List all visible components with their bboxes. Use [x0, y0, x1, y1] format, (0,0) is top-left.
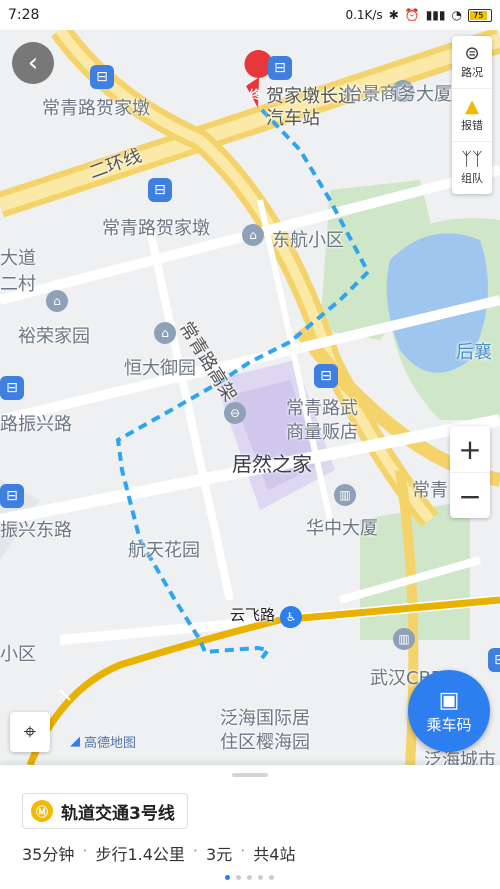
building-icon: ▥ [393, 628, 415, 650]
map-side-panel: ⊜ 路况 ▲ 报错 ᛉᛉ 组队 [452, 36, 492, 194]
network-speed: 0.1K/s [345, 8, 383, 22]
map-label: 怡景商务大厦 [344, 84, 452, 105]
chevron-left-icon: ‹ [27, 48, 39, 78]
end-marker[interactable]: 终 [249, 86, 261, 103]
report-label: 报错 [461, 119, 483, 132]
metro-icon: Ⓜ [31, 800, 53, 822]
bus-stop-icon[interactable]: ⊟ [0, 484, 24, 508]
map-label: 泛海国际居 [220, 708, 310, 729]
building-icon: ▥ [334, 484, 356, 506]
map-label: 常青路武 [286, 398, 358, 419]
page-dot [225, 875, 230, 880]
metro-line-chip: Ⓜ 轨道交通3号线 [22, 793, 188, 829]
map-label: 商量贩店 [286, 422, 358, 443]
amap-logo-icon: ◢ [70, 734, 80, 749]
amap-logo-text: 高德地图 [84, 736, 137, 751]
map-label: 裕荣家园 [18, 326, 90, 347]
bus-stop-icon[interactable]: ⊟ [268, 56, 292, 80]
ride-code-button[interactable]: ▣ 乘车码 [408, 670, 490, 752]
bus-stop-icon[interactable]: ⊟ [148, 178, 172, 202]
status-indicators: 0.1K/s ✱ ⏰ ▮▮▮ ◔ 75 [345, 8, 492, 22]
residential-icon: ⌂ [242, 224, 264, 246]
route-duration: 35分钟 [22, 845, 75, 864]
metro-station-icon[interactable]: ♿ [280, 606, 302, 628]
bluetooth-icon: ✱ [388, 8, 399, 22]
map-label: 小区 [0, 644, 36, 665]
map-label: 振兴东路 [0, 520, 72, 541]
page-dot [258, 875, 263, 880]
zoom-out-button[interactable]: − [450, 473, 490, 519]
map-label: 恒大御园 [124, 358, 196, 379]
map-label: 路振兴路 [0, 414, 72, 435]
bus-card-icon: ▣ [438, 687, 460, 713]
warning-icon: ▲ [465, 96, 479, 117]
ride-code-label: 乘车码 [426, 715, 472, 734]
zoom-in-button[interactable]: + [450, 426, 490, 473]
page-dot [236, 875, 241, 880]
route-summary-sheet[interactable]: Ⓜ 轨道交通3号线 35分钟 · 步行1.4公里 · 3元 · 共4站 [0, 765, 500, 889]
traffic-button[interactable]: ⊜ 路况 [452, 36, 492, 89]
status-bar: 7:28 0.1K/s ✱ ⏰ ▮▮▮ ◔ 75 [0, 0, 500, 30]
team-icon: ᛉᛉ [461, 149, 483, 170]
amap-logo: ◢ 高德地图 [70, 732, 136, 751]
traffic-label: 路况 [461, 66, 483, 79]
map-label: 常青路贺家墩 [42, 98, 150, 119]
residential-icon: ⌂ [154, 322, 176, 344]
route-fare: 3元 [206, 845, 233, 864]
page-dot [269, 875, 274, 880]
traffic-icon: ⊜ [464, 43, 480, 64]
residential-icon: ⌂ [46, 290, 68, 312]
wifi-icon: ◔ [451, 8, 462, 22]
bus-stop-icon[interactable]: ⊟ [90, 65, 114, 89]
map-label: 大道 [0, 248, 36, 269]
shopping-icon: ⊖ [224, 402, 246, 424]
signal-icon: ▮▮▮ [425, 8, 446, 22]
route-walk-distance: 步行1.4公里 [95, 845, 185, 864]
team-button[interactable]: ᛉᛉ 组队 [452, 142, 492, 194]
zoom-control: + − [450, 426, 490, 518]
map-label: 后襄 [456, 342, 492, 363]
map-label: 居然之家 [232, 452, 312, 476]
status-time: 7:28 [8, 7, 40, 23]
map-label: 东航小区 [272, 230, 344, 251]
bus-stop-icon[interactable]: ⊟ [488, 648, 500, 672]
map-label: 常青路贺家墩 [102, 218, 210, 239]
map-canvas [0, 30, 500, 765]
route-stop-count: 共4站 [253, 845, 296, 864]
page-indicator [225, 875, 274, 880]
battery-icon: 75 [468, 8, 492, 22]
bus-stop-icon[interactable]: ⊟ [314, 364, 338, 388]
map-label: 云飞路 [230, 606, 276, 624]
map-view[interactable]: ▥ ⊟ ⊟ ⊟ ⊟ ⊟ ⊟ ⊟ ⌂ ⌂ ⌂ ⊖ ▥ ▥ ♿ 常青路贺家墩 贺家墩… [0, 30, 500, 765]
page-dot [247, 875, 252, 880]
locate-button[interactable]: ⌖ [10, 712, 50, 752]
map-label: 住区樱海园 [220, 732, 310, 753]
team-label: 组队 [461, 172, 483, 185]
crosshair-icon: ⌖ [23, 719, 37, 745]
map-label: 常青 [412, 480, 448, 501]
map-label: 华中大厦 [306, 518, 378, 539]
bus-stop-icon[interactable]: ⊟ [0, 376, 24, 400]
metro-line-name: 轨道交通3号线 [61, 803, 175, 824]
back-button[interactable]: ‹ [12, 42, 54, 84]
map-label: 航天花园 [128, 540, 200, 561]
map-label: 二村 [0, 274, 36, 295]
report-button[interactable]: ▲ 报错 [452, 89, 492, 142]
route-summary: 35分钟 · 步行1.4公里 · 3元 · 共4站 [22, 841, 296, 864]
sheet-handle[interactable] [232, 773, 268, 777]
alarm-icon: ⏰ [404, 8, 420, 22]
